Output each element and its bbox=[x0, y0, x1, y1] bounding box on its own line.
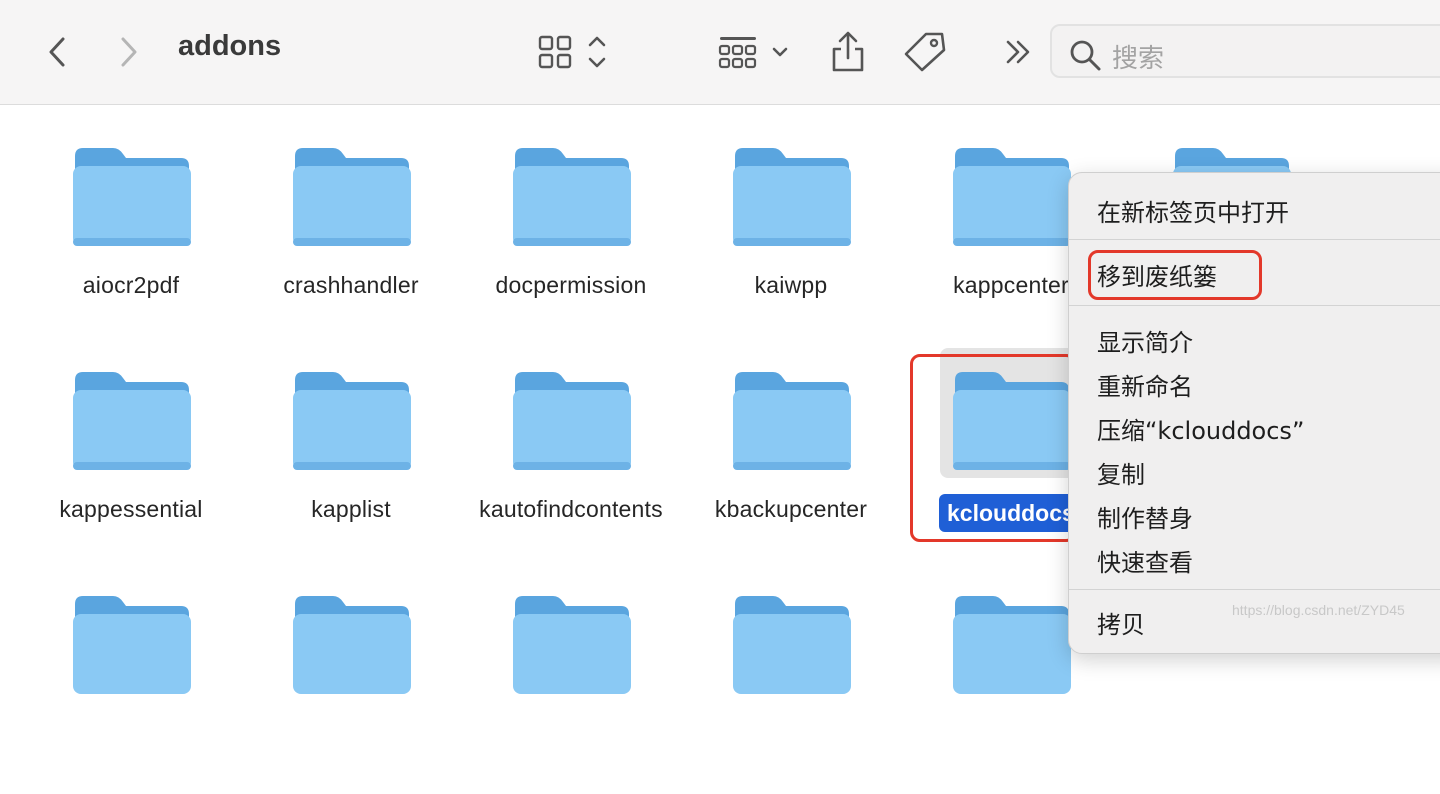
annotation-box-selected-folder bbox=[910, 354, 1076, 542]
annotation-box-move-to-trash bbox=[1088, 250, 1262, 300]
menu-item-quick-look[interactable]: 快速查看 bbox=[1097, 543, 1193, 578]
toolbar: addons 搜索 bbox=[0, 0, 1440, 105]
share-icon bbox=[832, 31, 864, 72]
search-placeholder: 搜索 bbox=[1112, 44, 1165, 74]
folder-item[interactable]: kappessential bbox=[21, 370, 241, 570]
folder-icon bbox=[513, 372, 631, 470]
folder-icon bbox=[513, 148, 631, 246]
menu-item-make-alias[interactable]: 制作替身 bbox=[1097, 499, 1193, 534]
folder-icon bbox=[513, 596, 631, 694]
folder-name: aiocr2pdf bbox=[82, 272, 180, 298]
window-title: addons bbox=[178, 30, 282, 62]
folder-item[interactable]: aiocr2pdf bbox=[21, 146, 241, 346]
menu-item-get-info[interactable]: 显示简介 bbox=[1097, 323, 1193, 358]
folder-name: kapplist bbox=[311, 496, 391, 522]
forward-button[interactable] bbox=[112, 26, 146, 78]
watermark: https://blog.csdn.net/ZYD45 bbox=[1232, 602, 1405, 618]
folder-item[interactable]: kaiwpp bbox=[681, 146, 901, 346]
folder-icon bbox=[733, 596, 851, 694]
group-by-icon bbox=[718, 37, 788, 69]
context-menu: 在新标签页中打开 移到废纸篓 显示简介 重新命名 压缩“kclouddocs” … bbox=[1068, 172, 1440, 654]
menu-separator bbox=[1069, 305, 1440, 306]
tag-icon bbox=[904, 32, 946, 72]
folder-item[interactable] bbox=[241, 594, 461, 794]
grid-view-icon bbox=[538, 35, 606, 69]
folder-item[interactable]: kbackupcenter bbox=[681, 370, 901, 570]
menu-separator bbox=[1069, 589, 1440, 590]
folder-item[interactable]: kapplist bbox=[241, 370, 461, 570]
view-mode-button[interactable] bbox=[534, 26, 616, 78]
chevron-left-icon bbox=[49, 37, 65, 67]
search-field[interactable]: 搜索 bbox=[1050, 24, 1440, 78]
back-button[interactable] bbox=[40, 26, 74, 78]
folder-icon bbox=[733, 372, 851, 470]
folder-icon bbox=[953, 148, 1071, 246]
menu-item-rename[interactable]: 重新命名 bbox=[1097, 367, 1193, 402]
folder-item[interactable] bbox=[21, 594, 241, 794]
double-chevron-right-icon bbox=[1006, 40, 1030, 64]
tag-button[interactable] bbox=[902, 26, 948, 78]
folder-item[interactable]: crashhandler bbox=[241, 146, 461, 346]
folder-icon bbox=[733, 148, 851, 246]
chevron-right-icon bbox=[121, 37, 137, 67]
folder-item[interactable] bbox=[681, 594, 901, 794]
menu-item-duplicate[interactable]: 复制 bbox=[1097, 455, 1145, 490]
menu-separator bbox=[1069, 239, 1440, 240]
folder-item[interactable]: kautofindcontents bbox=[461, 370, 681, 570]
folder-name: kaiwpp bbox=[754, 272, 828, 298]
folder-name: crashhandler bbox=[283, 272, 419, 298]
folder-icon bbox=[953, 596, 1071, 694]
folder-item[interactable] bbox=[461, 594, 681, 794]
folder-name: kappessential bbox=[59, 496, 203, 522]
group-by-button[interactable] bbox=[716, 26, 796, 78]
menu-item-open-in-new-tab[interactable]: 在新标签页中打开 bbox=[1097, 193, 1289, 228]
folder-name: kautofindcontents bbox=[479, 496, 663, 522]
folder-icon bbox=[73, 596, 191, 694]
folder-name: docpermission bbox=[495, 272, 647, 298]
folder-item[interactable]: docpermission bbox=[461, 146, 681, 346]
folder-name: kbackupcenter bbox=[714, 496, 868, 522]
search-icon bbox=[1070, 40, 1101, 71]
folder-icon bbox=[293, 596, 411, 694]
menu-item-compress[interactable]: 压缩“kclouddocs” bbox=[1097, 411, 1304, 446]
folder-icon bbox=[73, 148, 191, 246]
share-button[interactable] bbox=[826, 26, 870, 78]
menu-item-copy[interactable]: 拷贝 bbox=[1097, 605, 1145, 640]
folder-icon bbox=[73, 372, 191, 470]
folder-icon bbox=[293, 372, 411, 470]
more-toolbar-button[interactable] bbox=[1000, 26, 1036, 78]
folder-icon bbox=[293, 148, 411, 246]
